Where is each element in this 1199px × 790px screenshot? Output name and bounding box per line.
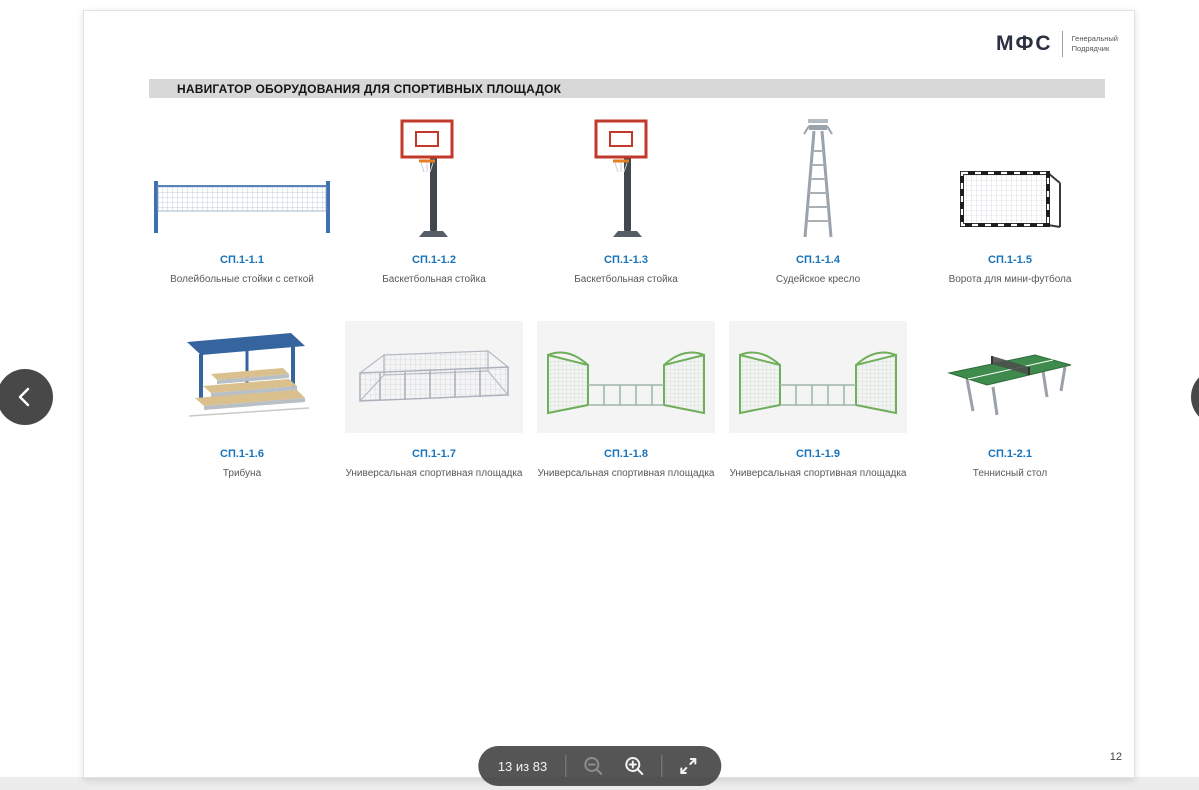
prev-page-button[interactable]	[0, 369, 53, 425]
equipment-code: СП.1-1.2	[412, 254, 456, 266]
equipment-code: СП.1-1.1	[220, 254, 264, 266]
equipment-card: СП.1-2.1 Теннисный стол	[914, 321, 1106, 479]
equipment-code: СП.1-1.7	[412, 448, 456, 460]
tribune-icon	[171, 321, 313, 433]
brand-name: МФС	[996, 32, 1053, 55]
section-title: НАВИГАТОР ОБОРУДОВАНИЯ ДЛЯ СПОРТИВНЫХ ПЛ…	[177, 81, 562, 96]
next-page-button[interactable]	[1191, 369, 1199, 425]
equipment-card: СП.1-1.4 Судейское кресло	[722, 111, 914, 285]
viewer-toolbar: 13 из 83	[477, 746, 722, 786]
universal-sports-ground-icon	[729, 321, 907, 433]
equipment-caption: Баскетбольная стойка	[382, 274, 486, 285]
equipment-card: СП.1-1.1 Волейбольные стойки с сеткой	[146, 111, 338, 285]
basketball-stand-icon	[390, 111, 478, 239]
volleyball-net-icon	[152, 111, 332, 239]
equipment-code: СП.1-1.3	[604, 254, 648, 266]
brand-logo: МФС Генеральный Подрядчик	[996, 31, 1118, 57]
brand-tagline: Генеральный Подрядчик	[1072, 34, 1118, 54]
equipment-caption: Баскетбольная стойка	[574, 274, 678, 285]
zoom-in-icon	[623, 755, 645, 777]
page-number: 12	[1109, 751, 1122, 763]
equipment-card: СП.1-1.3 Баскетбольная стойка	[530, 111, 722, 285]
equipment-card: СП.1-1.8 Универсальная спортивная площад…	[530, 321, 722, 479]
equipment-caption: Универсальная спортивная площадка	[537, 468, 715, 479]
equipment-caption: Теннисный стол	[972, 468, 1048, 479]
chevron-left-icon	[14, 386, 36, 408]
equipment-code: СП.1-1.6	[220, 448, 264, 460]
equipment-code: СП.1-1.8	[604, 448, 648, 460]
mini-football-goal-icon	[956, 111, 1064, 239]
zoom-out-icon	[582, 755, 604, 777]
equipment-caption: Трибуна	[222, 468, 262, 479]
brand-divider	[1061, 31, 1063, 57]
universal-sports-ground-icon	[345, 321, 523, 433]
equipment-card: СП.1-1.9 Универсальная спортивная площад…	[722, 321, 914, 479]
zoom-out-button[interactable]	[579, 752, 607, 780]
equipment-card: СП.1-1.6 Трибуна	[146, 321, 338, 479]
equipment-code: СП.1-2.1	[988, 448, 1032, 460]
equipment-caption: Универсальная спортивная площадка	[729, 468, 907, 479]
equipment-caption: Судейское кресло	[775, 274, 861, 285]
page-indicator: 13 из 83	[497, 758, 548, 774]
tennis-table-icon	[943, 321, 1077, 433]
brand-tagline-line1: Генеральный	[1071, 33, 1118, 43]
equipment-caption: Волейбольные стойки с сеткой	[170, 274, 314, 285]
fullscreen-button[interactable]	[675, 753, 701, 779]
equipment-caption: Ворота для мини-футбола	[948, 274, 1072, 285]
equipment-caption: Универсальная спортивная площадка	[345, 468, 523, 479]
equipment-card: СП.1-1.7 Универсальная спортивная площад…	[338, 321, 530, 479]
brand-tagline-line2: Подрядчик	[1071, 44, 1110, 53]
toolbar-divider	[565, 755, 567, 777]
equipment-code: СП.1-1.4	[796, 254, 840, 266]
toolbar-divider	[661, 755, 663, 777]
equipment-card: СП.1-1.2 Баскетбольная стойка	[338, 111, 530, 285]
equipment-code: СП.1-1.5	[988, 254, 1032, 266]
document-page: МФС Генеральный Подрядчик НАВИГАТОР ОБОР…	[83, 10, 1135, 778]
fullscreen-expand-icon	[678, 756, 698, 776]
referee-chair-icon	[785, 111, 851, 239]
equipment-code: СП.1-1.9	[796, 448, 840, 460]
section-title-bar: НАВИГАТОР ОБОРУДОВАНИЯ ДЛЯ СПОРТИВНЫХ ПЛ…	[149, 79, 1105, 98]
equipment-grid: СП.1-1.1 Волейбольные стойки с сеткой СП…	[146, 111, 1106, 479]
zoom-in-button[interactable]	[620, 752, 648, 780]
basketball-stand-icon	[582, 111, 670, 239]
equipment-card: СП.1-1.5 Ворота для мини-футбола	[914, 111, 1106, 285]
universal-sports-ground-icon	[537, 321, 715, 433]
